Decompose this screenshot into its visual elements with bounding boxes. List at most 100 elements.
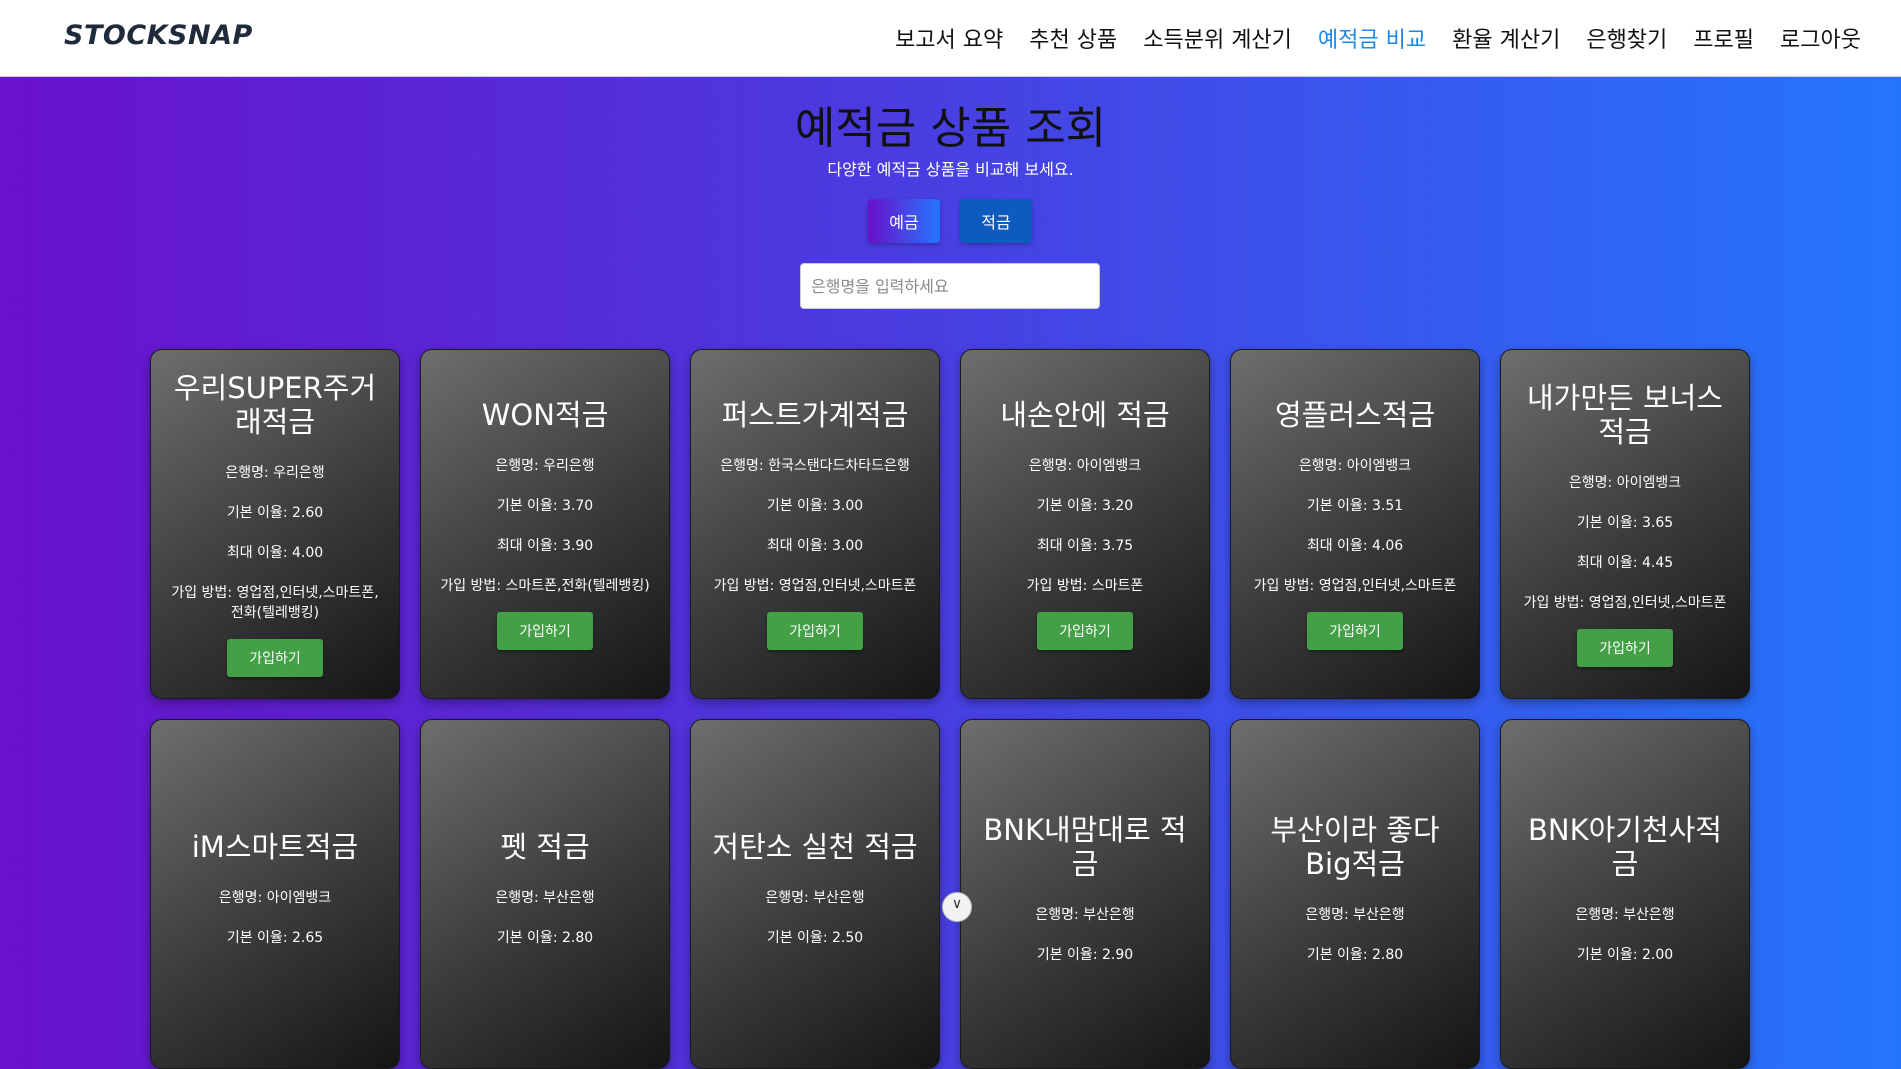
join-button[interactable]: 가입하기: [497, 612, 593, 650]
bank-name-value: 한국스탠다드차타드은행: [768, 458, 910, 474]
base-rate-label: 기본 이율: [496, 930, 553, 946]
bank-name: 은행명: 아이엠뱅크: [218, 890, 332, 906]
product-card: 펫 적금 은행명: 부산은행 기본 이율: 2.80: [420, 719, 670, 1069]
base-rate: 기본 이율: 3.70: [496, 498, 594, 514]
bank-name-value: 부산은행: [1083, 907, 1135, 923]
max-rate-value: 3.90: [561, 538, 594, 554]
nav-item-logout[interactable]: 로그아웃: [1780, 22, 1861, 54]
nav-item-exchange-calculator[interactable]: 환율 계산기: [1452, 22, 1560, 54]
join-button[interactable]: 가입하기: [1037, 612, 1133, 650]
base-rate-label: 기본 이율: [1576, 947, 1633, 963]
bank-name: 은행명: 부산은행: [1305, 907, 1405, 923]
base-rate-value: 2.00: [1641, 947, 1674, 963]
base-rate: 기본 이율: 2.00: [1576, 947, 1674, 963]
base-rate: 기본 이율: 2.50: [766, 930, 864, 946]
bank-name-label: 은행명: [1028, 458, 1068, 474]
join-button[interactable]: 가입하기: [227, 639, 323, 677]
base-rate-value: 2.90: [1101, 947, 1134, 963]
product-name: 퍼스트가계적금: [721, 398, 909, 432]
base-rate-value: 3.00: [831, 498, 864, 514]
product-card: 내손안에 적금 은행명: 아이엠뱅크 기본 이율: 3.20 최대 이율: 3.75 가…: [960, 349, 1210, 699]
join-method-value: 스마트폰: [1091, 578, 1144, 594]
nav-item-find-bank[interactable]: 은행찾기: [1586, 22, 1667, 54]
bank-name-value: 아이엠뱅크: [1076, 458, 1142, 474]
product-card: 우리SUPER주거래적금 은행명: 우리은행 기본 이율: 2.60 최대 이율: 4…: [150, 349, 400, 699]
bank-name-label: 은행명: [1305, 907, 1344, 923]
bank-name-label: 은행명: [1568, 475, 1608, 491]
base-rate-label: 기본 이율: [1576, 515, 1633, 531]
product-name: iM스마트적금: [191, 830, 359, 864]
join-method-label: 가입 방법: [1523, 595, 1580, 611]
nav-item-report-summary[interactable]: 보고서 요약: [895, 22, 1003, 54]
join-button[interactable]: 가입하기: [767, 612, 863, 650]
savings-toggle-button[interactable]: 적금: [960, 199, 1032, 243]
max-rate-label: 최대 이율: [226, 545, 283, 561]
nav-item-savings-compare[interactable]: 예적금 비교: [1318, 22, 1426, 54]
base-rate-value: 3.70: [561, 498, 594, 514]
bank-name-label: 은행명: [495, 458, 534, 474]
max-rate: 최대 이율: 3.00: [766, 538, 864, 554]
join-method-label: 가입 방법: [713, 578, 770, 594]
bank-name: 은행명: 우리은행: [225, 465, 325, 481]
nav-item-recommended[interactable]: 추천 상품: [1029, 22, 1117, 54]
nav-item-profile[interactable]: 프로필: [1693, 22, 1754, 54]
join-method: 가입 방법: 영업점,인터넷,스마트폰: [1253, 578, 1457, 594]
bank-name-label: 은행명: [765, 890, 804, 906]
base-rate: 기본 이율: 3.20: [1036, 498, 1134, 514]
bank-name-label: 은행명: [1575, 907, 1614, 923]
join-method-value: 영업점,인터넷,스마트폰,전화(텔레뱅킹): [230, 585, 379, 621]
join-method-label: 가입 방법: [1253, 578, 1310, 594]
bank-name-value: 부산은행: [813, 890, 865, 906]
navbar: STOCKSNAP 보고서 요약 추천 상품 소득분위 계산기 예적금 비교 환…: [0, 0, 1901, 77]
product-name: 내가만든 보너스적금: [1527, 381, 1723, 449]
max-rate-value: 4.06: [1371, 538, 1404, 554]
base-rate-value: 3.65: [1641, 515, 1674, 531]
join-method-label: 가입 방법: [1026, 578, 1083, 594]
bank-name: 은행명: 아이엠뱅크: [1298, 458, 1412, 474]
product-card: BNK아기천사적금은행명: 부산은행기본 이율: 2.00: [1500, 719, 1750, 1069]
max-rate: 최대 이율: 4.06: [1306, 538, 1404, 554]
product-name: 영플러스적금: [1274, 398, 1436, 432]
max-rate-label: 최대 이율: [1306, 538, 1363, 554]
deposit-toggle-button[interactable]: 예금: [868, 199, 940, 243]
bank-name: 은행명: 부산은행: [1575, 907, 1675, 923]
base-rate: 기본 이율: 2.65: [226, 930, 324, 946]
nav-links: 보고서 요약 추천 상품 소득분위 계산기 예적금 비교 환율 계산기 은행찾기…: [895, 22, 1861, 54]
base-rate: 기본 이율: 3.65: [1576, 515, 1674, 531]
product-name: 저탄소 실천 적금: [712, 830, 918, 864]
product-name: 펫 적금: [500, 830, 590, 864]
bank-name-value: 부산은행: [1353, 907, 1405, 923]
scroll-down-button[interactable]: ∨: [942, 892, 972, 922]
join-button[interactable]: 가입하기: [1307, 612, 1403, 650]
bank-name-value: 우리은행: [273, 465, 325, 481]
bank-name-value: 우리은행: [543, 458, 595, 474]
product-name: BNK내맘대로 적금: [983, 813, 1187, 881]
brand-logo[interactable]: STOCKSNAP: [64, 20, 253, 51]
product-name: 부산이라 좋다 Big적금: [1270, 813, 1440, 881]
join-method: 가입 방법: 스마트폰,전화(텔레뱅킹): [440, 578, 650, 594]
bank-name: 은행명: 아이엠뱅크: [1028, 458, 1142, 474]
bank-name-label: 은행명: [218, 890, 258, 906]
product-card: 내가만든 보너스적금 은행명: 아이엠뱅크 기본 이율: 3.65 최대 이율: 4.…: [1500, 349, 1750, 699]
bank-name-label: 은행명: [1298, 458, 1338, 474]
nav-item-income-calculator[interactable]: 소득분위 계산기: [1143, 22, 1292, 54]
join-method: 가입 방법: 영업점,인터넷,스마트폰: [1523, 595, 1727, 611]
bank-name-label: 은행명: [225, 465, 264, 481]
product-name: BNK아기천사적금: [1527, 813, 1722, 881]
product-card: WON적금 은행명: 우리은행 기본 이율: 3.70 최대 이율: 3.90 가입 방…: [420, 349, 670, 699]
base-rate: 기본 이율: 2.80: [1306, 947, 1404, 963]
join-method: 가입 방법: 영업점,인터넷,스마트폰,전화(텔레뱅킹): [171, 585, 379, 621]
join-button[interactable]: 가입하기: [1577, 629, 1673, 667]
base-rate: 기본 이율: 2.80: [496, 930, 594, 946]
join-method-label: 가입 방법: [171, 585, 228, 601]
max-rate-label: 최대 이율: [766, 538, 823, 554]
bank-name: 은행명: 우리은행: [495, 458, 595, 474]
max-rate-label: 최대 이율: [496, 538, 553, 554]
max-rate: 최대 이율: 4.00: [226, 545, 324, 561]
max-rate: 최대 이율: 3.75: [1036, 538, 1134, 554]
bank-search-input[interactable]: [800, 263, 1100, 309]
product-card: 영플러스적금 은행명: 아이엠뱅크 기본 이율: 3.51 최대 이율: 4.06 가입…: [1230, 349, 1480, 699]
product-card: BNK내맘대로 적금 은행명: 부산은행 기본 이율: 2.90: [960, 719, 1210, 1069]
base-rate: 기본 이율: 2.90: [1036, 947, 1134, 963]
product-card: 저탄소 실천 적금 은행명: 부산은행 기본 이율: 2.50: [690, 719, 940, 1069]
